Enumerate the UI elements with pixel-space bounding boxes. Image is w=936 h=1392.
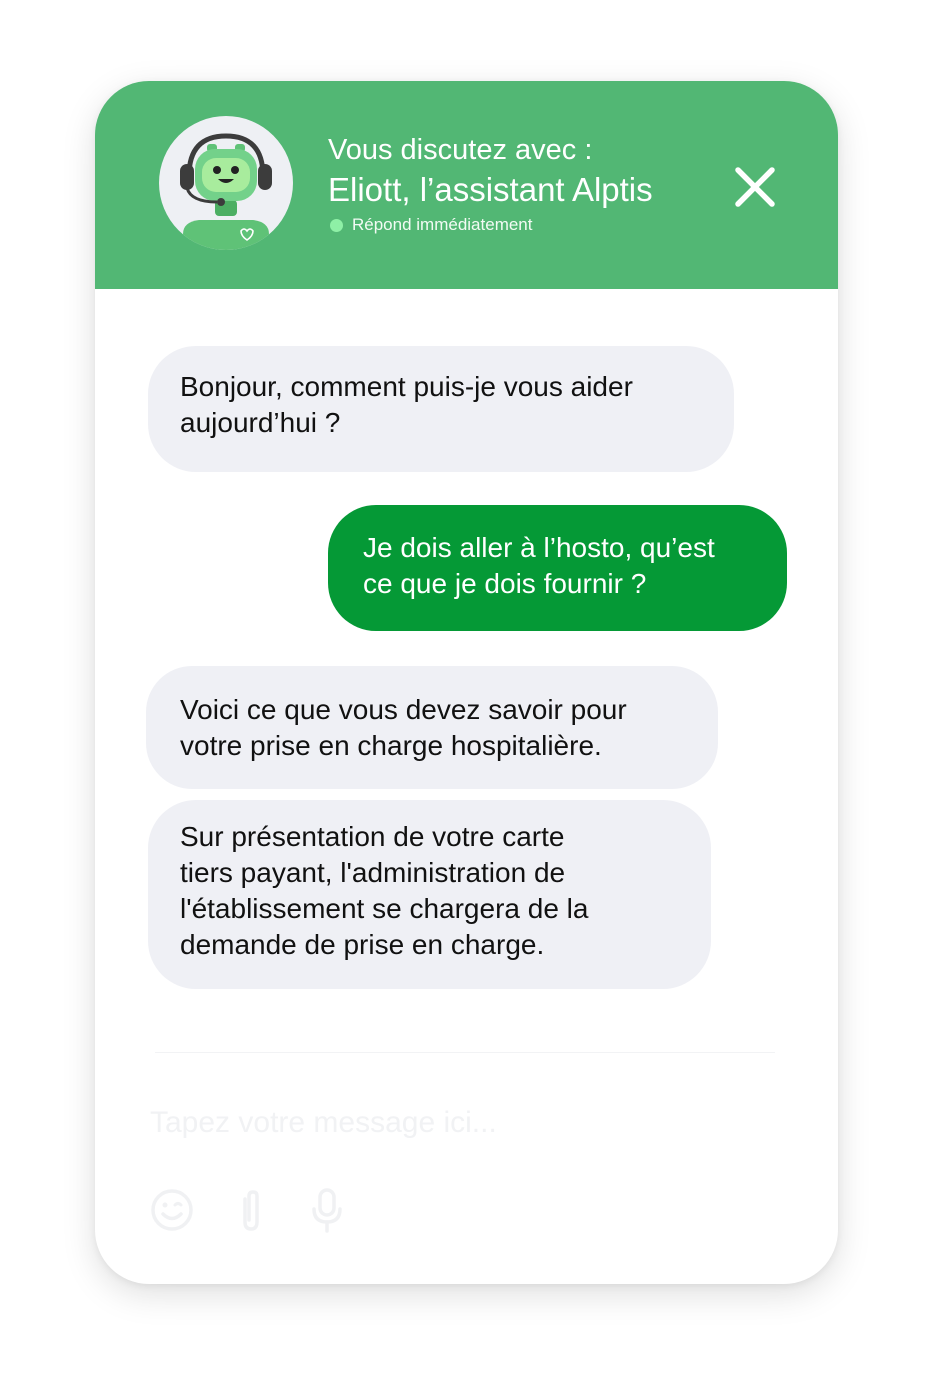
message-input[interactable] <box>150 1098 730 1148</box>
bot-message: Voici ce que vous devez savoir pour votr… <box>146 666 718 789</box>
message-text: Bonjour, comment puis-je vous aider aujo… <box>180 371 633 438</box>
emoji-button[interactable] <box>149 1187 195 1233</box>
emoji-icon <box>151 1189 193 1231</box>
status-line: Répond immédiatement <box>328 214 653 236</box>
composer-divider <box>155 1052 775 1053</box>
online-status-dot <box>330 218 343 232</box>
message-text: Voici ce que vous devez savoir pour votr… <box>180 694 627 761</box>
attach-button[interactable] <box>236 1187 266 1235</box>
voice-button[interactable] <box>309 1187 345 1235</box>
close-button[interactable] <box>731 163 779 211</box>
header-subtitle: Vous discutez avec : <box>328 134 593 166</box>
user-message: Je dois aller à l’hosto, qu’est ce que j… <box>328 505 787 631</box>
status-text: Répond immédiatement <box>352 215 533 234</box>
bot-message: Bonjour, comment puis-je vous aider aujo… <box>148 346 734 472</box>
message-text: Sur présentation de votre carte tiers pa… <box>180 821 589 960</box>
bot-message: Sur présentation de votre carte tiers pa… <box>148 800 711 989</box>
message-text: Je dois aller à l’hosto, qu’est ce que j… <box>363 532 715 599</box>
chat-header: Vous discutez avec : Eliott, l’assistant… <box>95 81 838 289</box>
paperclip-icon <box>243 1190 259 1231</box>
header-texts: Vous discutez avec : Eliott, l’assistant… <box>328 133 653 236</box>
microphone-icon <box>312 1188 342 1233</box>
robot-assistant-icon <box>159 116 293 250</box>
close-icon <box>735 167 775 207</box>
chat-window: Vous discutez avec : Eliott, l’assistant… <box>95 81 838 1284</box>
assistant-name: Eliott, l’assistant Alptis <box>328 171 653 208</box>
